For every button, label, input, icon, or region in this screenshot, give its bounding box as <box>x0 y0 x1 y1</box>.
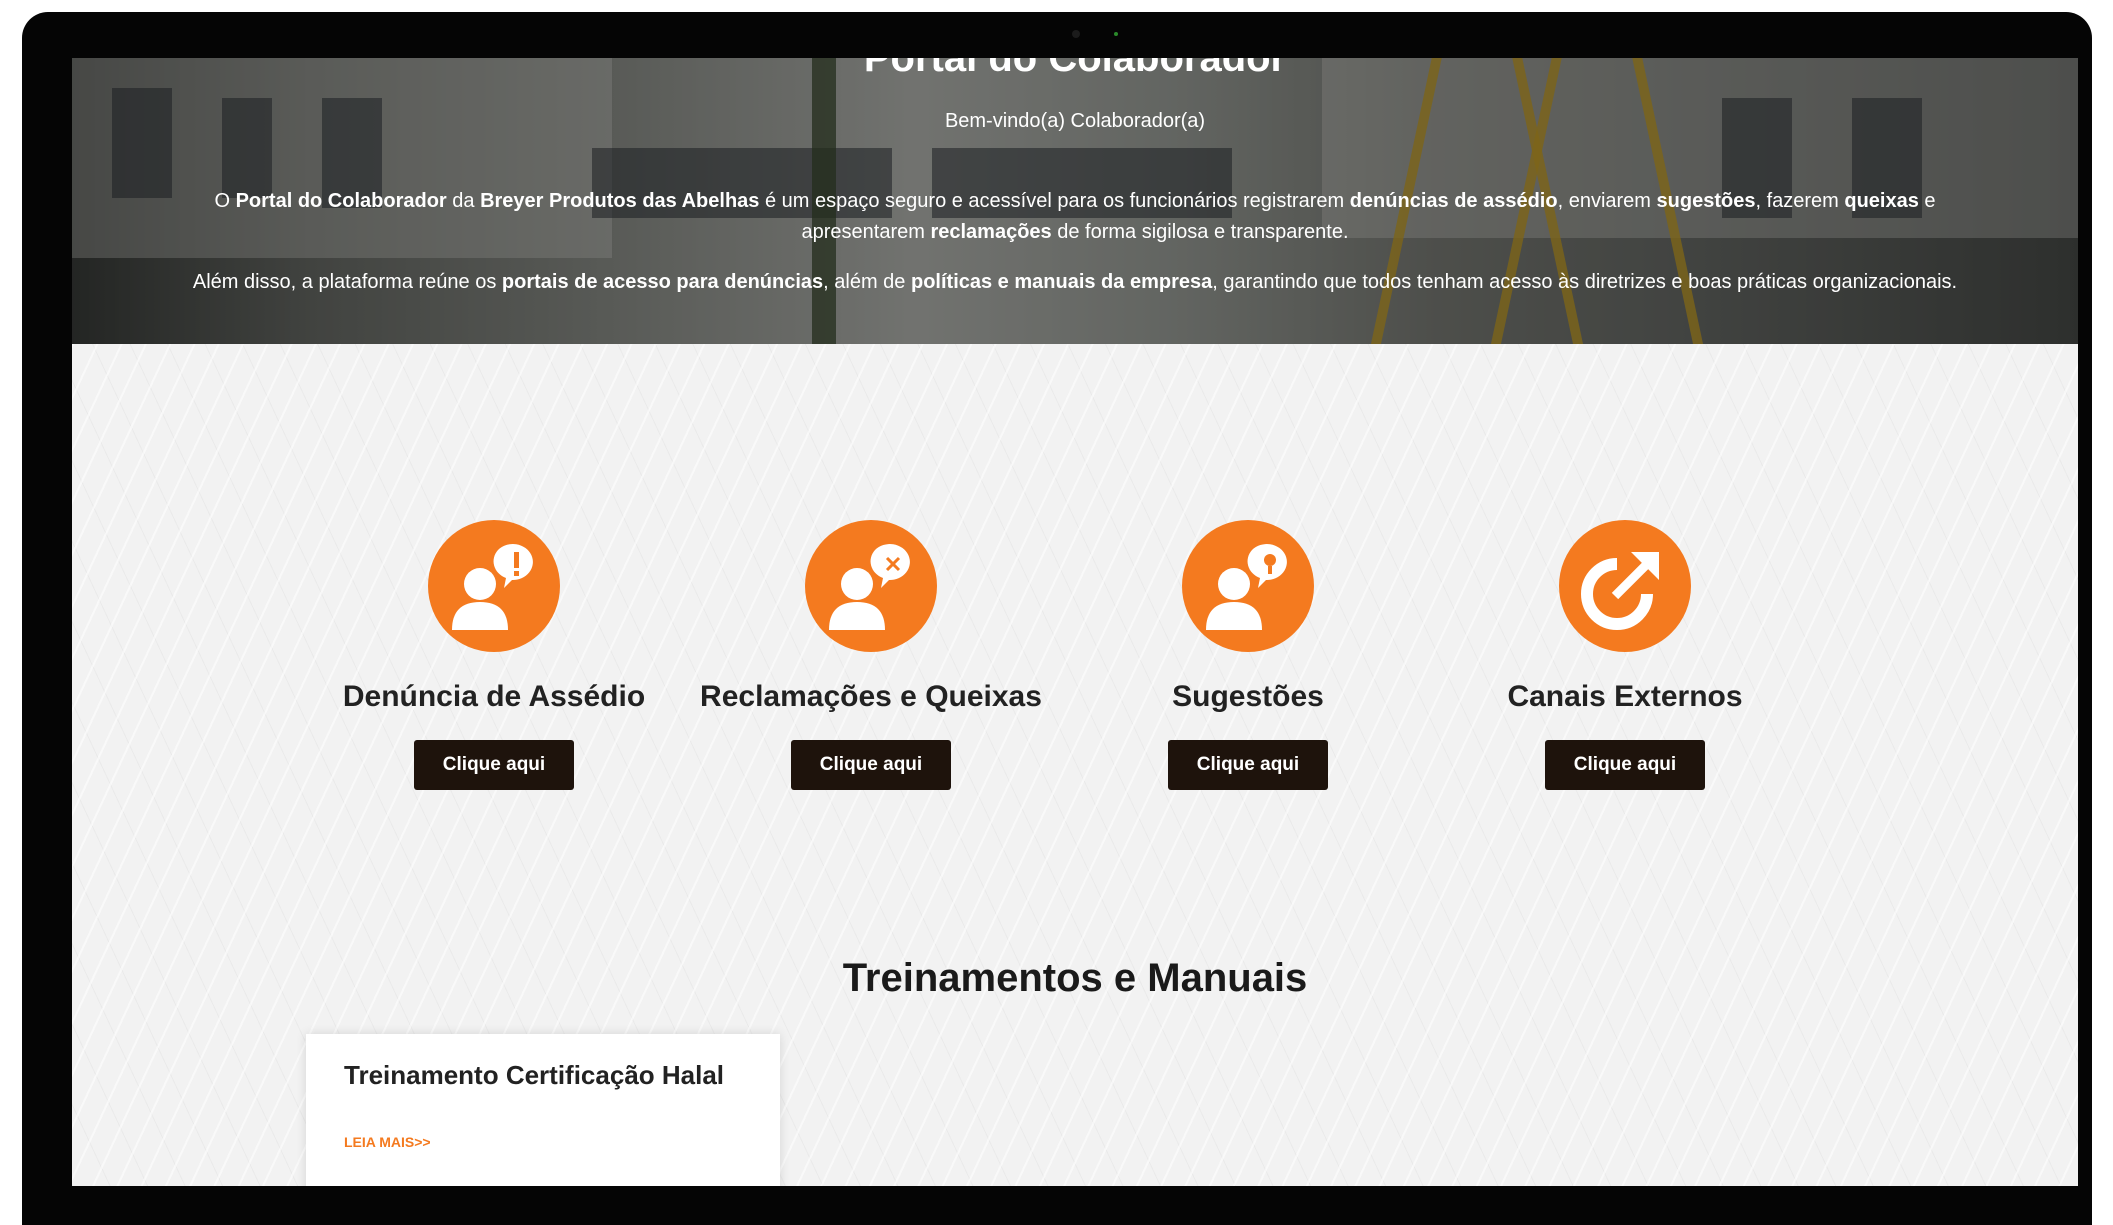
hero-banner: Portal do Colaborador Bem-vindo(a) Colab… <box>72 58 2078 344</box>
page-title: Portal do Colaborador <box>863 58 1287 80</box>
camera-dot <box>1072 30 1080 38</box>
card-title: Sugestões <box>1172 680 1324 713</box>
sugestoes-clique-button[interactable]: Clique aqui <box>1168 740 1328 790</box>
intro-paragraph-2: Além disso, a plataforma reúne os portai… <box>192 271 1958 293</box>
welcome-subtitle: Bem-vindo(a) Colaborador(a) <box>944 110 1206 132</box>
person-idea-icon[interactable] <box>1182 520 1314 652</box>
section-title: Treinamentos e Manuais <box>842 956 1308 1000</box>
card-title: Canais Externos <box>1507 680 1743 713</box>
post-card[interactable]: Treinamento Certificação Halal LEIA MAIS… <box>306 1034 780 1186</box>
canais-externos-clique-button[interactable]: Clique aqui <box>1545 740 1705 790</box>
intro-paragraph: O Portal do Colaborador da Breyer Produt… <box>214 190 1936 243</box>
card-sugestoes: Sugestões Clique aqui <box>1068 520 1428 790</box>
card-title: Reclamações e Queixas <box>700 680 1042 713</box>
person-complaint-icon[interactable] <box>805 520 937 652</box>
external-arrow-icon[interactable] <box>1559 520 1691 652</box>
post-title[interactable]: Treinamento Certificação Halal <box>344 1060 724 1091</box>
camera-led <box>1114 32 1118 36</box>
browser-screen: Portal do Colaborador Bem-vindo(a) Colab… <box>72 58 2078 1186</box>
person-alert-icon[interactable] <box>428 520 560 652</box>
card-title: Denúncia de Assédio <box>342 680 646 713</box>
denuncia-clique-button[interactable]: Clique aqui <box>414 740 574 790</box>
card-canais-externos: Canais Externos Clique aqui <box>1445 520 1805 790</box>
reclamacoes-clique-button[interactable]: Clique aqui <box>791 740 951 790</box>
read-more-link[interactable]: LEIA MAIS>> <box>344 1134 431 1150</box>
card-denuncia-assedio: Denúncia de Assédio Clique aqui <box>314 520 674 790</box>
card-reclamacoes: Reclamações e Queixas Clique aqui <box>691 520 1051 790</box>
main-content: Denúncia de Assédio Clique aqui Reclamaç… <box>72 344 2078 1186</box>
